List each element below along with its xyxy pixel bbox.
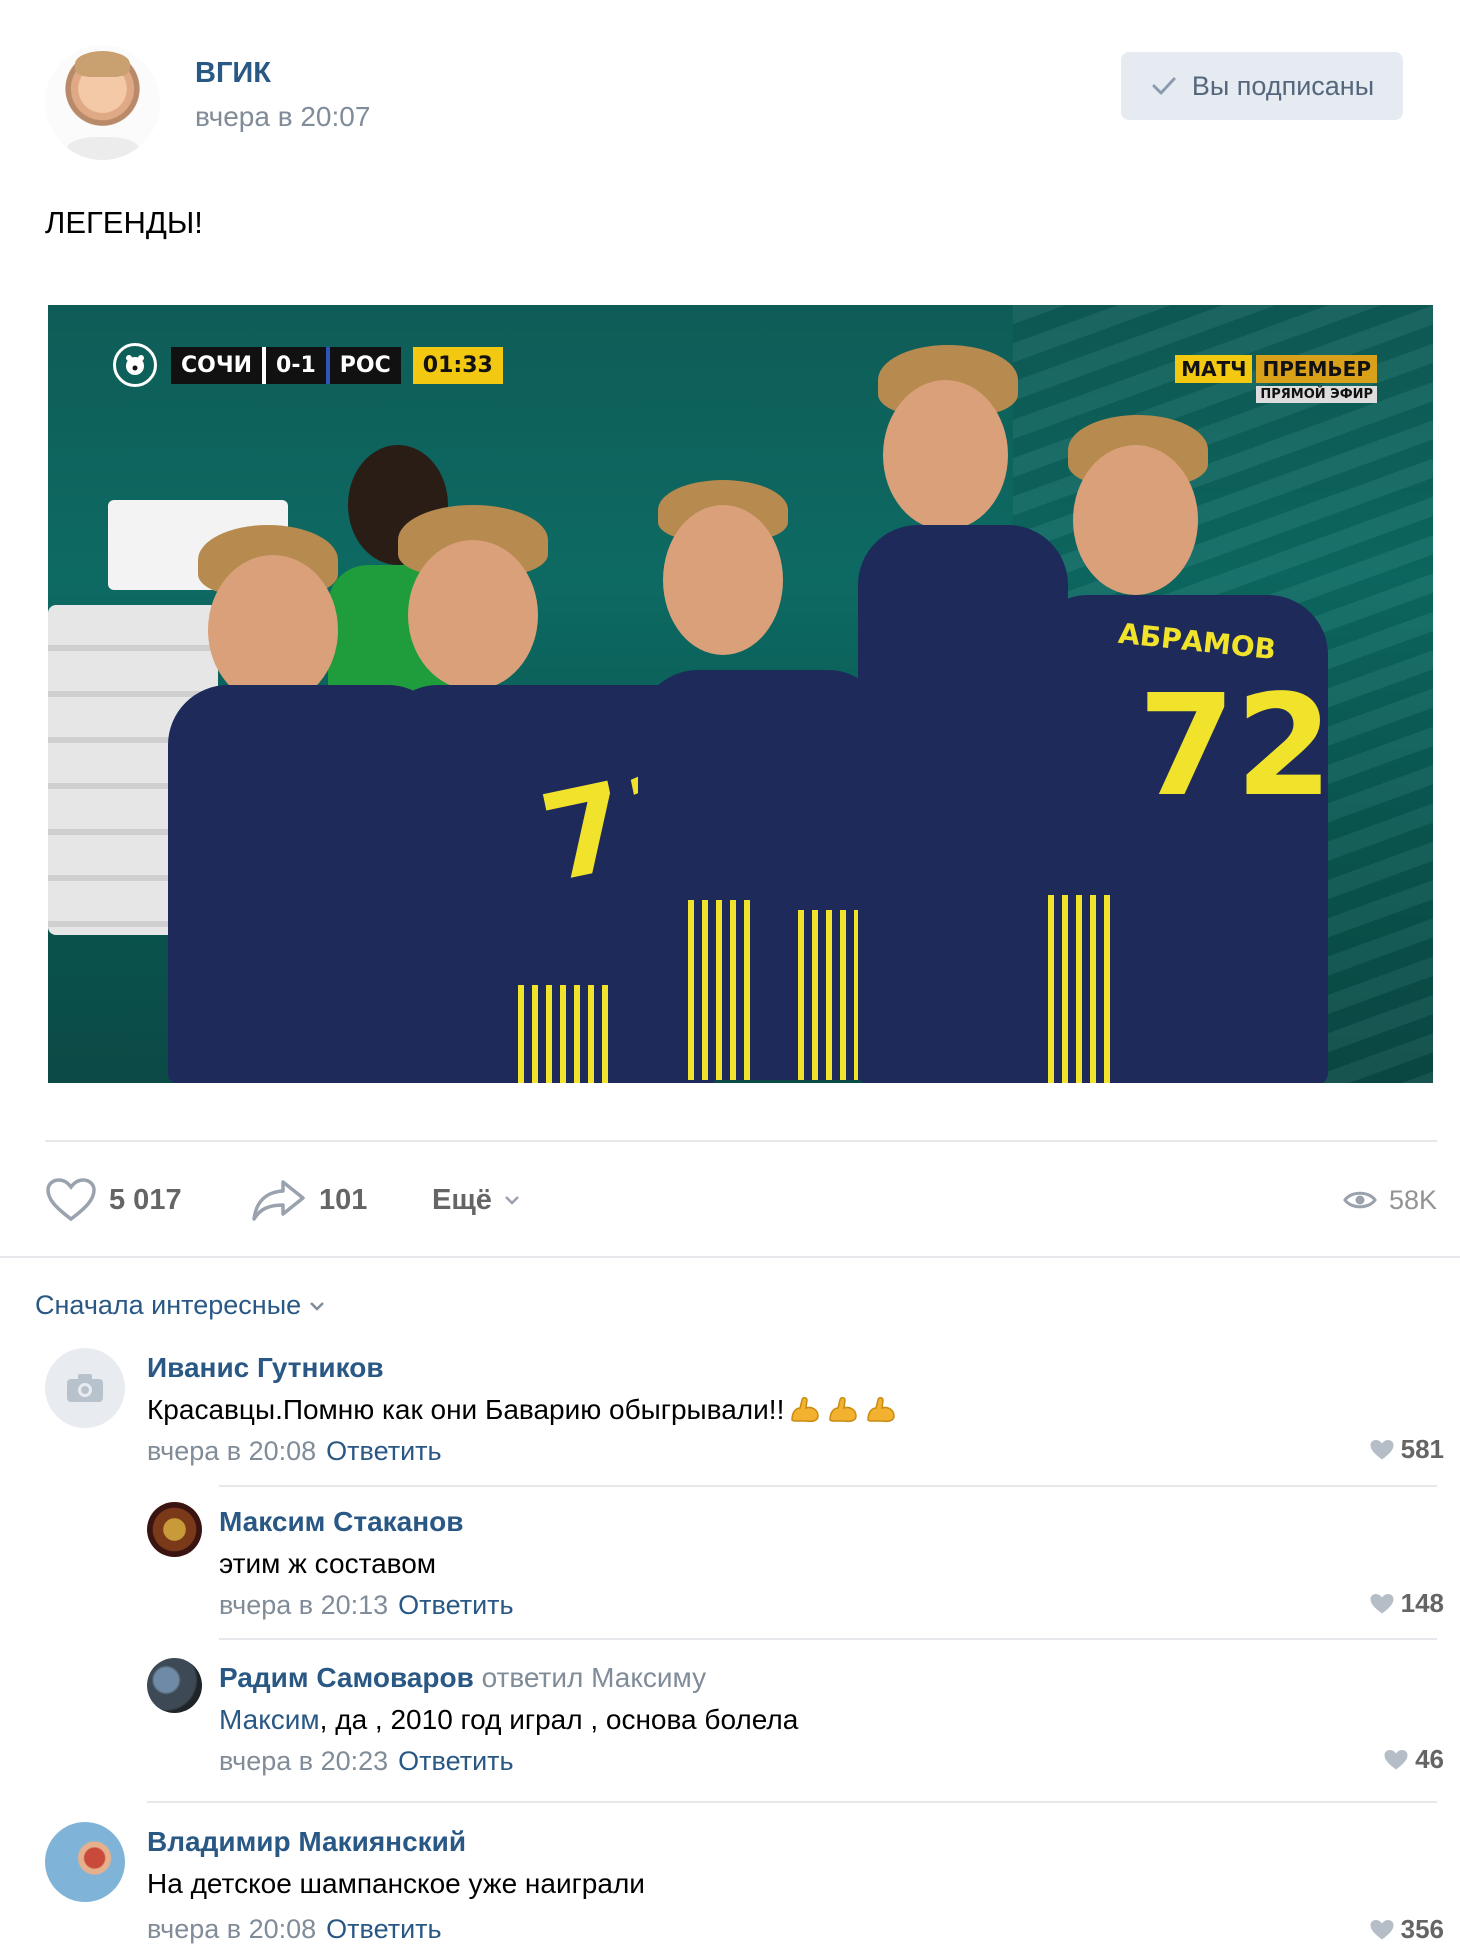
chevron-down-icon — [310, 1301, 325, 1311]
score-clock: 01:33 — [412, 346, 503, 384]
comment-reply-to[interactable]: ответил Максиму — [482, 1662, 707, 1693]
comment-meta: вчера в 20:08 Ответить — [147, 1914, 442, 1945]
comment-like-count: 581 — [1400, 1434, 1444, 1464]
views-count: 58K — [1388, 1184, 1437, 1215]
heart-icon — [1370, 1439, 1394, 1459]
like-count: 5 017 — [109, 1183, 182, 1216]
more-label: Ещё — [432, 1183, 492, 1216]
comment-like-button[interactable]: 46 — [1383, 1744, 1444, 1775]
comment-divider — [147, 1801, 1437, 1803]
comment-text: На детское шампанское уже наиграли — [147, 1868, 645, 1899]
eye-icon — [1343, 1191, 1377, 1209]
comment-time[interactable]: вчера в 20:08 — [147, 1914, 316, 1944]
comment-like-button[interactable]: 356 — [1369, 1914, 1444, 1945]
score-value: 0-1 — [262, 346, 326, 384]
comment-mention[interactable]: Максим — [219, 1704, 320, 1735]
channel-live-badge: ПРЯМОЙ ЭФИР — [1256, 386, 1377, 403]
reply-link[interactable]: Ответить — [326, 1436, 441, 1466]
flexed-biceps-icon — [791, 1397, 820, 1423]
share-button[interactable]: 101 — [251, 1170, 367, 1230]
comment-avatar-placeholder[interactable] — [45, 1348, 125, 1428]
post-text: ЛЕГЕНДЫ! — [45, 205, 203, 240]
views-counter: 58K — [1343, 1170, 1437, 1230]
post-header: ВГИК вчера в 20:07 Вы подписаны — [45, 45, 1437, 160]
comment-divider — [219, 1638, 1437, 1640]
subscribed-label: Вы подписаны — [1191, 70, 1375, 101]
comment-divider — [219, 1485, 1437, 1487]
share-count: 101 — [319, 1183, 368, 1216]
comment-like-count: 356 — [1400, 1914, 1444, 1944]
post-actions: 5 017 101 Ещё 58K — [45, 1170, 1437, 1230]
reply-link[interactable]: Ответить — [398, 1590, 513, 1620]
chevron-down-icon — [505, 1196, 519, 1205]
score-home: СОЧИ — [171, 346, 263, 384]
score-away: РОС — [325, 346, 401, 384]
post-photo[interactable]: 71 АБРАМОВ 72 СОЧИ 0-1 РОС 01:33 МАТЧ ПР… — [48, 305, 1433, 1083]
comments-sort-label: Сначала интересные — [35, 1290, 302, 1320]
flexed-biceps-icon — [867, 1397, 896, 1423]
comment-text-body: , да , 2010 год играл , основа болела — [319, 1704, 799, 1735]
comment-item: Иванис Гутников Красавцы.Помню как они Б… — [45, 1348, 1444, 1478]
comment-author: Радим Самоваров ответил Максиму — [219, 1662, 706, 1694]
comment-time[interactable]: вчера в 20:13 — [219, 1590, 388, 1620]
subscribed-button[interactable]: Вы подписаны — [1121, 52, 1403, 120]
comment-author[interactable]: Иванис Гутников — [147, 1352, 384, 1384]
reply-link[interactable]: Ответить — [398, 1746, 513, 1776]
league-bear-icon — [113, 343, 157, 387]
comment-meta: вчера в 20:08 Ответить — [147, 1436, 442, 1467]
share-arrow-icon — [252, 1180, 305, 1221]
comment-avatar[interactable] — [45, 1822, 125, 1902]
channel-logo-part1: МАТЧ — [1175, 355, 1253, 383]
comment-meta: вчера в 20:23 Ответить — [219, 1746, 514, 1777]
section-divider — [0, 1256, 1460, 1258]
heart-icon — [1370, 1919, 1394, 1939]
jersey-number-72: 72 — [1138, 665, 1333, 828]
comment-reply-item: Максим Стаканов этим ж составом вчера в … — [147, 1502, 1444, 1632]
channel-logo-part2: ПРЕМЬЕР — [1256, 355, 1377, 383]
tv-scoreboard: СОЧИ 0-1 РОС 01:33 — [113, 343, 503, 387]
post-time[interactable]: вчера в 20:07 — [195, 101, 370, 133]
comment-like-button[interactable]: 581 — [1369, 1434, 1444, 1465]
more-button[interactable]: Ещё — [432, 1170, 520, 1230]
comment-text-body: Красавцы.Помню как они Баварию обыгрывал… — [147, 1394, 785, 1425]
comment-text: Максим, да , 2010 год играл , основа бол… — [219, 1704, 798, 1736]
author-name[interactable]: ВГИК — [195, 57, 271, 90]
comment-time[interactable]: вчера в 20:23 — [219, 1746, 388, 1776]
comment-like-button[interactable]: 148 — [1369, 1588, 1444, 1619]
camera-icon — [67, 1374, 103, 1402]
heart-icon — [1370, 1593, 1394, 1613]
flexed-biceps-icon — [829, 1397, 858, 1423]
comment-reply-item: Радим Самоваров ответил Максиму Максим, … — [147, 1658, 1444, 1788]
post-divider — [45, 1140, 1437, 1142]
reply-link[interactable]: Ответить — [326, 1914, 441, 1944]
comment-author-link[interactable]: Радим Самоваров — [219, 1662, 474, 1693]
tv-channel-logo: МАТЧ ПРЕМЬЕР ПРЯМОЙ ЭФИР — [1175, 355, 1377, 403]
comment-author[interactable]: Максим Стаканов — [219, 1506, 463, 1538]
comment-avatar[interactable] — [147, 1658, 202, 1713]
comment-time[interactable]: вчера в 20:08 — [147, 1436, 316, 1466]
comment-like-count: 148 — [1400, 1588, 1444, 1618]
comment-avatar[interactable] — [147, 1502, 202, 1557]
comment-text: этим ж составом — [219, 1548, 437, 1579]
check-icon — [1152, 77, 1176, 95]
comment-author[interactable]: Владимир Макиянский — [147, 1826, 466, 1858]
photo-player-72: АБРАМОВ 72 — [988, 415, 1348, 1083]
comment-like-count: 46 — [1415, 1744, 1444, 1774]
comment-text: Красавцы.Помню как они Баварию обыгрывал… — [147, 1394, 898, 1426]
comments-sort-dropdown[interactable]: Сначала интересные — [35, 1290, 325, 1321]
comment-meta: вчера в 20:13 Ответить — [219, 1590, 514, 1621]
heart-icon — [46, 1178, 96, 1222]
heart-icon — [1384, 1749, 1408, 1769]
like-button[interactable]: 5 017 — [45, 1170, 182, 1230]
author-avatar[interactable] — [45, 45, 160, 160]
comment-item: Владимир Макиянский На детское шампанско… — [45, 1822, 1444, 1957]
